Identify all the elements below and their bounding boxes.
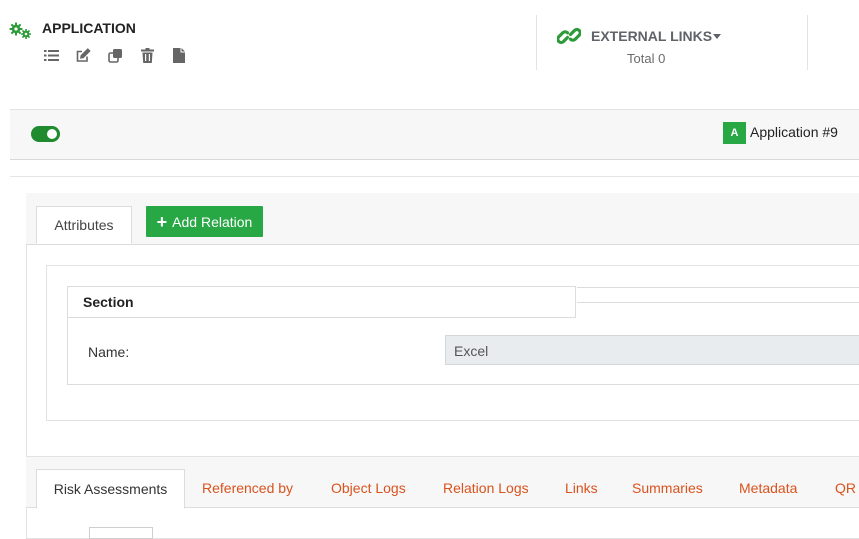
file-icon[interactable] bbox=[170, 46, 188, 64]
section-title: Section bbox=[83, 294, 134, 310]
add-relation-label: Add Relation bbox=[172, 213, 253, 230]
external-links-total: Total 0 bbox=[627, 51, 666, 66]
gears-icon bbox=[9, 22, 35, 40]
section-header bbox=[67, 286, 576, 318]
object-name: Application #9 bbox=[750, 124, 838, 140]
active-toggle[interactable] bbox=[31, 126, 60, 142]
section-divider bbox=[577, 302, 859, 303]
name-field[interactable]: Excel bbox=[445, 335, 859, 365]
tab-attributes[interactable]: Attributes bbox=[36, 206, 132, 244]
edit-icon[interactable] bbox=[74, 46, 92, 64]
page-size-select[interactable] bbox=[89, 527, 153, 539]
page-title: APPLICATION bbox=[42, 20, 136, 36]
toggle-knob bbox=[47, 129, 57, 139]
link-icon bbox=[556, 26, 582, 51]
tab-qr-code[interactable]: QR C bbox=[835, 480, 859, 496]
object-toolbar bbox=[42, 46, 188, 64]
header-divider bbox=[536, 15, 537, 70]
list-icon[interactable] bbox=[42, 46, 60, 64]
name-field-label: Name: bbox=[88, 344, 130, 360]
tab-referenced-by[interactable]: Referenced by bbox=[202, 480, 293, 496]
caret-down-icon[interactable] bbox=[713, 34, 721, 39]
divider bbox=[10, 176, 859, 177]
object-type-badge: A bbox=[723, 122, 746, 144]
tab-links[interactable]: Links bbox=[565, 480, 598, 496]
copy-icon[interactable] bbox=[106, 46, 124, 64]
tab-metadata[interactable]: Metadata bbox=[739, 480, 797, 496]
tab-summaries[interactable]: Summaries bbox=[632, 480, 703, 496]
external-links-dropdown[interactable]: EXTERNAL LINKS bbox=[591, 28, 712, 44]
trash-icon[interactable] bbox=[138, 46, 156, 64]
plus-icon: + bbox=[156, 211, 168, 232]
tab-risk-assessments[interactable]: Risk Assessments bbox=[36, 469, 185, 509]
tab-relation-logs[interactable]: Relation Logs bbox=[443, 480, 529, 496]
add-relation-button[interactable]: + Add Relation bbox=[146, 206, 263, 237]
header-divider bbox=[807, 15, 808, 70]
tab-object-logs[interactable]: Object Logs bbox=[331, 480, 406, 496]
